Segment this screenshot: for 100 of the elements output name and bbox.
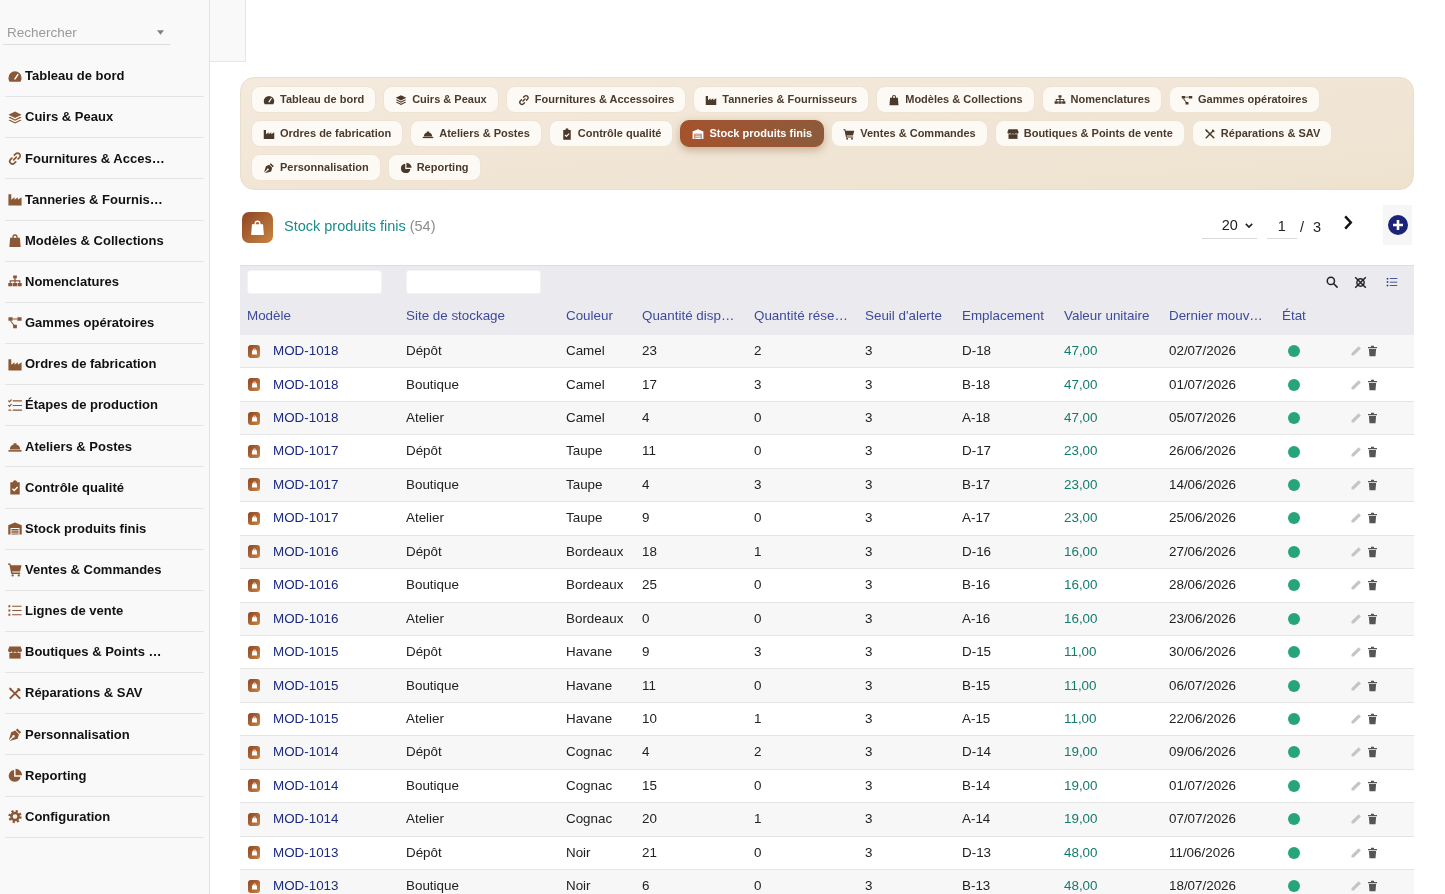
nav-tab[interactable]: Boutiques & Points de vente (994, 120, 1185, 147)
column-header[interactable]: Site de stockage (406, 306, 505, 327)
sidebar-item[interactable]: Lignes de vente (5, 590, 204, 632)
model-link[interactable]: MOD-1016 (273, 541, 339, 562)
nav-tab[interactable]: Stock produits finis (680, 120, 825, 147)
sidebar-item[interactable]: Cuirs & Peaux (5, 97, 204, 139)
trash-icon[interactable] (1367, 378, 1378, 391)
search-icon[interactable] (1326, 276, 1338, 288)
sidebar-item[interactable]: Ventes & Commandes (5, 549, 204, 591)
column-header[interactable]: Quantité disp… (642, 306, 735, 327)
model-link[interactable]: MOD-1015 (273, 642, 339, 663)
trash-icon[interactable] (1367, 679, 1378, 692)
search-field[interactable]: Rechercher (3, 21, 170, 45)
nav-tab[interactable]: Reporting (387, 154, 481, 181)
tools-icon (1203, 127, 1216, 140)
model-link[interactable]: MOD-1015 (273, 675, 339, 696)
list-icon[interactable] (1386, 276, 1398, 288)
bag-icon (248, 612, 260, 626)
sidebar-item[interactable]: Fournitures & Acces… (5, 138, 204, 180)
sidebar-item[interactable]: Tanneries & Fournis… (5, 179, 204, 221)
trash-icon[interactable] (1367, 579, 1378, 592)
sidebar-item[interactable]: Étapes de production (5, 385, 204, 427)
sidebar-item[interactable]: Tableau de bord (5, 56, 204, 98)
model-link[interactable]: MOD-1014 (273, 809, 339, 830)
trash-icon[interactable] (1367, 880, 1378, 893)
nav-tab[interactable]: Nomenclatures (1041, 86, 1163, 113)
crossed-circle-icon[interactable] (1354, 275, 1367, 289)
sidebar-item[interactable]: Réparations & SAV (5, 673, 204, 715)
model-link[interactable]: MOD-1015 (273, 708, 339, 730)
trash-icon[interactable] (1367, 813, 1378, 826)
nav-tab[interactable]: Contrôle qualité (548, 120, 674, 147)
bag-icon (248, 478, 260, 492)
nav-tab[interactable]: Personnalisation (251, 154, 381, 181)
column-header[interactable]: État (1282, 306, 1306, 327)
bag-icon (248, 511, 260, 525)
cart-icon (843, 127, 856, 140)
column-header[interactable]: Valeur unitaire (1064, 306, 1150, 327)
table-cell-text: A-14 (962, 810, 991, 829)
table-cell-text: 20 (642, 810, 657, 829)
trash-icon[interactable] (1367, 746, 1378, 759)
sidebar-item[interactable]: Contrôle qualité (5, 467, 204, 509)
trash-icon[interactable] (1367, 512, 1378, 525)
table-cell-text: Bordeaux (566, 542, 624, 561)
sidebar-item[interactable]: Nomenclatures (5, 261, 204, 303)
nav-tab[interactable]: Cuirs & Peaux (383, 86, 499, 113)
model-link[interactable]: MOD-1017 (273, 441, 339, 462)
sidebar-item[interactable]: Ateliers & Postes (5, 426, 204, 468)
trash-icon[interactable] (1367, 646, 1378, 659)
nav-tab[interactable]: Ordres de fabrication (251, 120, 404, 147)
sidebar-item[interactable]: Personnalisation (5, 714, 204, 756)
trash-icon[interactable] (1367, 779, 1378, 792)
table-cell-text: 27/06/2026 (1169, 542, 1237, 561)
model-link[interactable]: MOD-1018 (273, 374, 339, 395)
model-link[interactable]: MOD-1016 (273, 608, 339, 629)
column-header[interactable]: Dernier mouv… (1169, 306, 1263, 327)
nav-tab[interactable]: Fournitures & Accessoires (505, 86, 687, 113)
nav-tab[interactable]: Tableau de bord (251, 86, 377, 113)
sidebar-item[interactable]: Ordres de fabrication (5, 344, 204, 386)
trash-icon[interactable] (1367, 612, 1378, 625)
column-header[interactable]: Couleur (566, 306, 613, 327)
sidebar-item[interactable]: Reporting (5, 755, 204, 797)
model-link[interactable]: MOD-1013 (273, 842, 339, 863)
model-link[interactable]: MOD-1018 (273, 408, 339, 429)
nav-tab[interactable]: Réparations & SAV (1191, 120, 1333, 147)
nav-tab[interactable]: Modèles & Collections (876, 86, 1035, 113)
model-link[interactable]: MOD-1017 (273, 474, 339, 495)
nav-tab[interactable]: Ventes & Commandes (831, 120, 988, 147)
trash-icon[interactable] (1367, 412, 1378, 425)
trash-icon[interactable] (1367, 445, 1378, 458)
table-cell-text: Dépôt (406, 643, 442, 662)
trash-icon[interactable] (1367, 478, 1378, 491)
bag-icon (248, 712, 260, 726)
trash-icon[interactable] (1367, 345, 1378, 358)
trash-icon[interactable] (1367, 713, 1378, 726)
nav-tab[interactable]: Ateliers & Postes (410, 120, 542, 147)
page-size-select[interactable]: 20 (1201, 213, 1257, 239)
sidebar-item[interactable]: Configuration (5, 796, 204, 838)
column-header[interactable]: Emplacement (962, 306, 1044, 327)
model-link[interactable]: MOD-1014 (273, 775, 339, 796)
plus-icon (1387, 215, 1408, 235)
model-link[interactable]: MOD-1017 (273, 508, 339, 529)
model-link[interactable]: MOD-1013 (273, 876, 339, 894)
model-link[interactable]: MOD-1018 (273, 341, 339, 362)
sidebar-item[interactable]: Boutiques & Points … (5, 631, 204, 674)
chevron-right-icon[interactable] (1343, 215, 1353, 230)
nav-tab[interactable]: Gammes opératoires (1169, 86, 1320, 113)
sidebar-item[interactable]: Gammes opératoires (5, 302, 204, 344)
bag-icon (248, 745, 260, 759)
nav-tab[interactable]: Tanneries & Fournisseurs (693, 86, 870, 113)
model-link[interactable]: MOD-1016 (273, 575, 339, 596)
page-input[interactable]: 1 (1266, 213, 1297, 239)
column-header[interactable]: Quantité rése… (754, 306, 848, 327)
model-link[interactable]: MOD-1014 (273, 742, 339, 763)
trash-icon[interactable] (1367, 545, 1378, 558)
column-header[interactable]: Modèle (247, 306, 291, 327)
sidebar-item[interactable]: Stock produits finis (5, 508, 204, 550)
column-header[interactable]: Seuil d'alerte (865, 306, 942, 327)
trash-icon[interactable] (1367, 846, 1378, 859)
sidebar-item[interactable]: Modèles & Collections (5, 220, 204, 262)
add-button[interactable] (1383, 205, 1412, 245)
